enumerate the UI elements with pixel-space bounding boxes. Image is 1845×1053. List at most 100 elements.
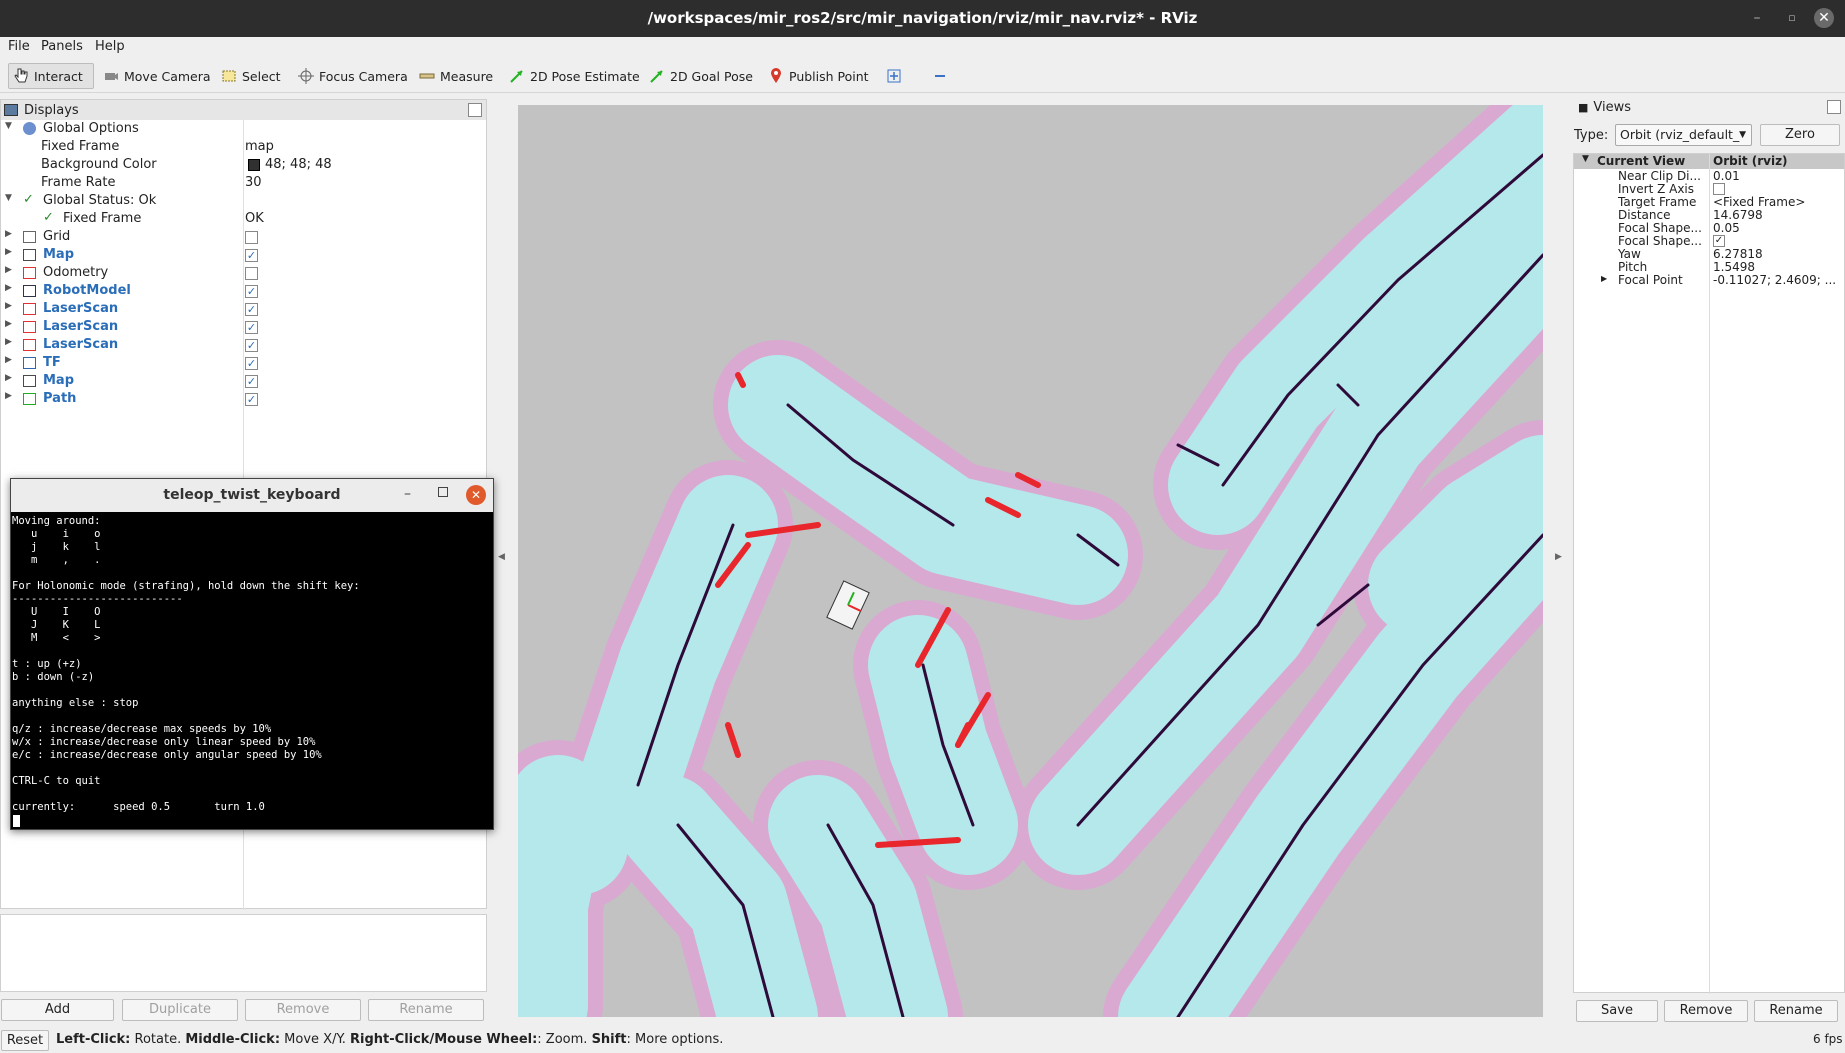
- view-property-value[interactable]: 0.01: [1713, 169, 1740, 183]
- display-enabled-checkbox[interactable]: ✓: [245, 375, 258, 388]
- remove-display-button[interactable]: Remove: [245, 999, 361, 1021]
- collapse-left-handle-icon[interactable]: ◀: [498, 552, 505, 562]
- terminal-maximize-icon[interactable]: [438, 487, 448, 497]
- tree-item-status-fixed-frame[interactable]: ✓ Fixed Frame OK: [1, 210, 486, 228]
- view-property-value[interactable]: <Fixed Frame>: [1713, 195, 1805, 209]
- display-item[interactable]: ▶ Odometry: [1, 264, 486, 282]
- view-property-label: Focal Point: [1618, 273, 1683, 287]
- collapse-arrow-icon[interactable]: ▼: [5, 193, 12, 203]
- tree-item-background-color[interactable]: Background Color 48; 48; 48: [1, 156, 486, 174]
- expand-arrow-icon[interactable]: ▶: [5, 373, 12, 383]
- close-icon[interactable]: ✕: [1814, 8, 1834, 28]
- save-view-button[interactable]: Save: [1576, 1000, 1658, 1022]
- view-type-select[interactable]: Orbit (rviz_default_ ▼: [1615, 124, 1752, 146]
- tree-item-frame-rate[interactable]: Frame Rate 30: [1, 174, 486, 192]
- fixed-frame-value[interactable]: map: [245, 139, 274, 154]
- teleop-terminal-window[interactable]: teleop_twist_keyboard – ✕ Moving around:…: [10, 478, 494, 830]
- tree-item-global-options[interactable]: ▼ Global Options: [1, 120, 486, 138]
- display-item[interactable]: ▶ LaserScan ✓: [1, 318, 486, 336]
- display-item[interactable]: ▶ LaserScan ✓: [1, 336, 486, 354]
- zero-button[interactable]: Zero: [1760, 124, 1840, 146]
- terminal-close-icon[interactable]: ✕: [466, 485, 486, 505]
- panel-float-icon[interactable]: [1827, 100, 1841, 114]
- tree-item-global-status[interactable]: ▼ ✓ Global Status: Ok: [1, 192, 486, 210]
- publish-point-tool-button[interactable]: Publish Point: [764, 63, 873, 89]
- goal-pose-tool-button[interactable]: 2D Goal Pose: [645, 63, 757, 89]
- reset-button[interactable]: Reset: [1, 1030, 49, 1051]
- panel-float-icon[interactable]: [468, 103, 482, 117]
- view-property-row[interactable]: ▶ Focal Point -0.11027; 2.4609; ...: [1574, 273, 1844, 288]
- focus-camera-tool-button[interactable]: Focus Camera: [294, 63, 412, 89]
- rename-display-button[interactable]: Rename: [368, 999, 484, 1021]
- select-tool-button[interactable]: Select: [217, 63, 285, 89]
- collapse-arrow-icon[interactable]: ▼: [1582, 154, 1589, 164]
- expand-arrow-icon[interactable]: ▶: [5, 391, 12, 401]
- view-property-value[interactable]: 6.27818: [1713, 247, 1763, 261]
- menu-panels[interactable]: Panels: [41, 39, 83, 54]
- interact-tool-button[interactable]: Interact: [8, 63, 94, 89]
- expand-arrow-icon[interactable]: ▶: [5, 283, 12, 293]
- remove-view-button[interactable]: Remove: [1664, 1000, 1748, 1022]
- display-item[interactable]: ▶ Map ✓: [1, 372, 486, 390]
- expand-arrow-icon[interactable]: ▶: [5, 337, 12, 347]
- move-camera-tool-button[interactable]: Move Camera: [99, 63, 215, 89]
- display-enabled-checkbox[interactable]: [245, 231, 258, 244]
- views-panel: ■ Views Type: Orbit (rviz_default_ ▼ Zer…: [1573, 93, 1845, 1022]
- expand-arrow-icon[interactable]: ▶: [5, 229, 12, 239]
- frame-rate-value[interactable]: 30: [245, 175, 262, 190]
- add-display-button[interactable]: Add: [1, 999, 114, 1021]
- view-property-value[interactable]: 14.6798: [1713, 208, 1763, 222]
- maximize-icon[interactable]: ▫: [1783, 9, 1801, 27]
- expand-arrow-icon[interactable]: ▶: [1601, 274, 1607, 283]
- expand-arrow-icon[interactable]: ▶: [5, 319, 12, 329]
- view-property-checkbox[interactable]: [1713, 183, 1725, 195]
- pose-estimate-tool-button[interactable]: 2D Pose Estimate: [505, 63, 644, 89]
- display-enabled-checkbox[interactable]: ✓: [245, 303, 258, 316]
- view-property-value[interactable]: 0.05: [1713, 221, 1740, 235]
- expand-arrow-icon[interactable]: ▶: [5, 301, 12, 311]
- duplicate-display-button[interactable]: Duplicate: [122, 999, 238, 1021]
- display-item[interactable]: ▶ Grid: [1, 228, 486, 246]
- hint-middle-click-action: Move X/Y.: [280, 1032, 351, 1047]
- display-type-icon: [23, 375, 36, 387]
- display-type-icon: [23, 267, 36, 279]
- display-enabled-checkbox[interactable]: ✓: [245, 393, 258, 406]
- color-swatch[interactable]: [248, 159, 260, 171]
- view-property-value[interactable]: -0.11027; 2.4609; ...: [1713, 273, 1836, 287]
- goal-pose-label: 2D Goal Pose: [670, 68, 753, 84]
- view-property-label: Distance: [1618, 208, 1671, 222]
- display-enabled-checkbox[interactable]: [245, 267, 258, 280]
- menu-help[interactable]: Help: [95, 39, 125, 54]
- display-type-icon: [23, 231, 36, 243]
- menu-file[interactable]: File: [8, 39, 30, 54]
- displays-panel-title: Displays: [24, 102, 79, 118]
- display-item[interactable]: ▶ LaserScan ✓: [1, 300, 486, 318]
- expand-arrow-icon[interactable]: ▶: [5, 247, 12, 257]
- display-item[interactable]: ▶ Path ✓: [1, 390, 486, 408]
- display-item[interactable]: ▶ RobotModel ✓: [1, 282, 486, 300]
- display-item[interactable]: ▶ TF ✓: [1, 354, 486, 372]
- render-viewport[interactable]: [518, 105, 1543, 1017]
- remove-tool-button[interactable]: [928, 63, 952, 89]
- display-enabled-checkbox[interactable]: ✓: [245, 249, 258, 262]
- expand-arrow-icon[interactable]: ▶: [5, 355, 12, 365]
- display-enabled-checkbox[interactable]: ✓: [245, 285, 258, 298]
- add-tool-button[interactable]: [882, 63, 906, 89]
- measure-tool-button[interactable]: Measure: [415, 63, 497, 89]
- display-enabled-checkbox[interactable]: ✓: [245, 321, 258, 334]
- terminal-minimize-icon[interactable]: –: [404, 486, 411, 502]
- view-property-checkbox[interactable]: ✓: [1713, 235, 1725, 247]
- display-enabled-checkbox[interactable]: ✓: [245, 339, 258, 352]
- display-enabled-checkbox[interactable]: ✓: [245, 357, 258, 370]
- background-color-value[interactable]: 48; 48; 48: [265, 157, 332, 172]
- view-property-label: Focal Shape...: [1618, 221, 1702, 235]
- rename-view-button[interactable]: Rename: [1754, 1000, 1838, 1022]
- terminal-titlebar[interactable]: teleop_twist_keyboard – ✕: [11, 479, 493, 512]
- collapse-right-handle-icon[interactable]: ▶: [1555, 552, 1562, 562]
- view-property-value[interactable]: 1.5498: [1713, 260, 1755, 274]
- display-item[interactable]: ▶ Map ✓: [1, 246, 486, 264]
- tree-item-fixed-frame[interactable]: Fixed Frame map: [1, 138, 486, 156]
- expand-arrow-icon[interactable]: ▶: [5, 265, 12, 275]
- collapse-arrow-icon[interactable]: ▼: [5, 121, 12, 131]
- minimize-icon[interactable]: –: [1748, 9, 1766, 27]
